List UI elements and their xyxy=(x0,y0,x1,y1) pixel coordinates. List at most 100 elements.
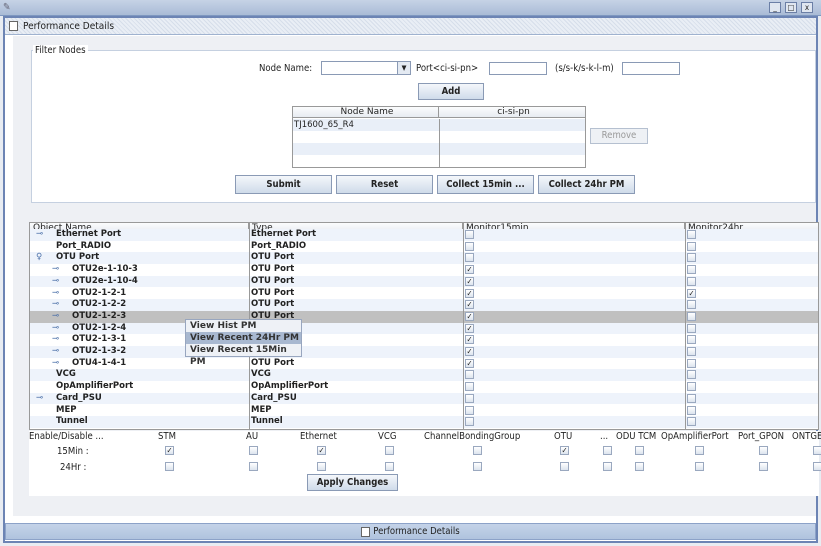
table-row[interactable]: ⊸ Card_PSU Card_PSU xyxy=(30,392,818,405)
monitor24hr-checkbox[interactable] xyxy=(687,265,696,275)
monitor15min-checkbox[interactable] xyxy=(465,405,474,415)
enable-15min-checkbox[interactable]: ✓ xyxy=(317,446,326,455)
enable-24hr-checkbox[interactable] xyxy=(317,462,326,471)
enable-15min-checkbox[interactable] xyxy=(813,446,821,455)
port-input[interactable] xyxy=(489,62,547,75)
monitor24hr-checkbox[interactable] xyxy=(687,347,696,356)
enable-24hr-checkbox[interactable] xyxy=(560,462,569,471)
menu-item-view-recent-24hr-pm[interactable]: View Recent 24Hr PM xyxy=(186,332,301,344)
enable-15min-checkbox[interactable] xyxy=(473,446,482,455)
monitor15min-checkbox[interactable] xyxy=(465,241,474,251)
enable-15min-checkbox[interactable] xyxy=(635,446,644,455)
key-icon[interactable]: ⊸ xyxy=(52,346,59,358)
table-row[interactable]: ⊸OTU2-1-3-1OTU Port✓ xyxy=(30,334,818,346)
key-icon[interactable]: ⊸ xyxy=(36,229,43,241)
table-row[interactable]: ⊸OTU2-1-2-4OTU Port✓ xyxy=(30,322,818,335)
enable-15min-checkbox[interactable] xyxy=(385,446,394,455)
monitor15min-checkbox[interactable]: ✓ xyxy=(465,288,474,298)
monitor15min-checkbox[interactable]: ✓ xyxy=(465,347,474,356)
key-icon[interactable]: ⊸ xyxy=(52,323,59,335)
column-header-ci-si-pn[interactable]: ci-si-pn xyxy=(439,107,585,118)
table-row[interactable]: ⊸ Ethernet Port Ethernet Port xyxy=(30,229,818,241)
monitor15min-checkbox[interactable]: ✓ xyxy=(465,358,474,368)
remove-button[interactable]: Remove xyxy=(590,128,648,144)
monitor15min-checkbox[interactable]: ✓ xyxy=(465,335,474,345)
monitor24hr-checkbox[interactable] xyxy=(687,230,696,239)
table-row[interactable]: ⊸ OTU4-1-4-1 OTU Port ✓ xyxy=(30,357,818,370)
reset-button[interactable]: Reset xyxy=(336,175,433,194)
enable-24hr-checkbox[interactable] xyxy=(813,462,821,471)
monitor24hr-checkbox[interactable] xyxy=(687,300,696,310)
enable-24hr-checkbox[interactable] xyxy=(473,462,482,471)
node-name-combobox[interactable]: ▼ xyxy=(321,61,411,75)
table-row[interactable]: ♀ OTU Port OTU Port xyxy=(30,252,818,265)
chevron-down-icon[interactable]: ▼ xyxy=(397,62,410,74)
key-icon[interactable]: ⊸ xyxy=(52,264,59,276)
monitor24hr-checkbox[interactable] xyxy=(687,276,696,286)
monitor15min-checkbox[interactable] xyxy=(465,417,474,427)
monitor15min-checkbox[interactable]: ✓ xyxy=(465,323,474,333)
enable-24hr-checkbox[interactable] xyxy=(635,462,644,471)
monitor15min-checkbox[interactable] xyxy=(465,253,474,263)
monitor15min-checkbox[interactable] xyxy=(465,230,474,239)
enable-24hr-checkbox[interactable] xyxy=(603,462,612,471)
monitor24hr-checkbox[interactable] xyxy=(687,358,696,368)
enable-15min-checkbox[interactable]: ✓ xyxy=(560,446,569,455)
close-button[interactable]: x xyxy=(801,2,813,13)
table-row[interactable]: Tunnel Tunnel xyxy=(30,416,818,428)
table-row[interactable]: ⊸ OTU2e-1-10-4 OTU Port ✓ xyxy=(30,275,818,288)
monitor24hr-checkbox[interactable]: ✓ xyxy=(687,288,696,298)
taskbar-item-performance-details[interactable]: Performance Details xyxy=(5,523,816,540)
key-icon[interactable]: ⊸ xyxy=(52,358,59,370)
key-icon[interactable]: ⊸ xyxy=(52,334,59,346)
monitor24hr-checkbox[interactable] xyxy=(687,253,696,263)
enable-24hr-checkbox[interactable] xyxy=(695,462,704,471)
minimize-button[interactable]: _ xyxy=(769,2,781,13)
enable-15min-checkbox[interactable] xyxy=(249,446,258,455)
monitor24hr-checkbox[interactable] xyxy=(687,311,696,321)
enable-24hr-checkbox[interactable] xyxy=(759,462,768,471)
enable-24hr-checkbox[interactable] xyxy=(249,462,258,471)
apply-changes-button[interactable]: Apply Changes xyxy=(307,474,398,491)
monitor15min-checkbox[interactable]: ✓ xyxy=(465,265,474,275)
table-row[interactable]: MEP MEP xyxy=(30,404,818,417)
monitor24hr-checkbox[interactable] xyxy=(687,335,696,345)
monitor15min-checkbox[interactable] xyxy=(465,370,474,380)
table-row[interactable]: Port_RADIO Port_RADIO xyxy=(30,240,818,253)
table-row[interactable]: VCG VCG xyxy=(30,369,818,382)
add-button[interactable]: Add xyxy=(418,83,484,100)
key-icon[interactable]: ⊸ xyxy=(52,311,59,323)
format-input[interactable] xyxy=(622,62,680,75)
menu-item-view-recent-15min-pm[interactable]: View Recent 15Min PM xyxy=(186,344,301,367)
enable-15min-checkbox[interactable] xyxy=(759,446,768,455)
monitor24hr-checkbox[interactable] xyxy=(687,241,696,251)
table-row[interactable]: OpAmplifierPort OpAmplifierPort xyxy=(30,381,818,393)
key-icon[interactable]: ⊸ xyxy=(52,288,59,300)
submit-button[interactable]: Submit xyxy=(235,175,332,194)
monitor15min-checkbox[interactable]: ✓ xyxy=(465,300,474,310)
menu-item-view-hist-pm[interactable]: View Hist PM xyxy=(186,320,301,332)
monitor24hr-checkbox[interactable] xyxy=(687,323,696,333)
table-row[interactable]: ⊸ OTU2-1-2-2 OTU Port ✓ xyxy=(30,299,818,311)
key-icon[interactable]: ⊸ xyxy=(36,393,43,405)
enable-15min-checkbox[interactable] xyxy=(603,446,612,455)
collect-24hr-button[interactable]: Collect 24hr PM xyxy=(538,175,635,194)
table-row[interactable]: ⊸OTU2-1-3-2OTU Port✓ xyxy=(30,346,818,358)
table-row[interactable]: ⊸ OTU2-1-2-3 OTU Port ✓ xyxy=(30,310,818,323)
monitor24hr-checkbox[interactable] xyxy=(687,393,696,403)
maximize-button[interactable]: □ xyxy=(785,2,797,13)
expanded-node-icon[interactable]: ♀ xyxy=(36,252,42,264)
key-icon[interactable]: ⊸ xyxy=(52,276,59,288)
enable-24hr-checkbox[interactable] xyxy=(165,462,174,471)
monitor15min-checkbox[interactable] xyxy=(465,393,474,403)
table-row[interactable]: ⊸ OTU2-1-2-1 OTU Port ✓ ✓ xyxy=(30,287,818,300)
monitor15min-checkbox[interactable]: ✓ xyxy=(465,276,474,286)
monitor24hr-checkbox[interactable] xyxy=(687,405,696,415)
enable-15min-checkbox[interactable] xyxy=(695,446,704,455)
column-header-node-name[interactable]: Node Name xyxy=(293,107,439,118)
table-row[interactable]: ⊸ OTU2e-1-10-3 OTU Port ✓ xyxy=(30,264,818,276)
monitor24hr-checkbox[interactable] xyxy=(687,417,696,427)
monitor15min-checkbox[interactable] xyxy=(465,382,474,392)
enable-15min-checkbox[interactable]: ✓ xyxy=(165,446,174,455)
key-icon[interactable]: ⊸ xyxy=(52,299,59,311)
